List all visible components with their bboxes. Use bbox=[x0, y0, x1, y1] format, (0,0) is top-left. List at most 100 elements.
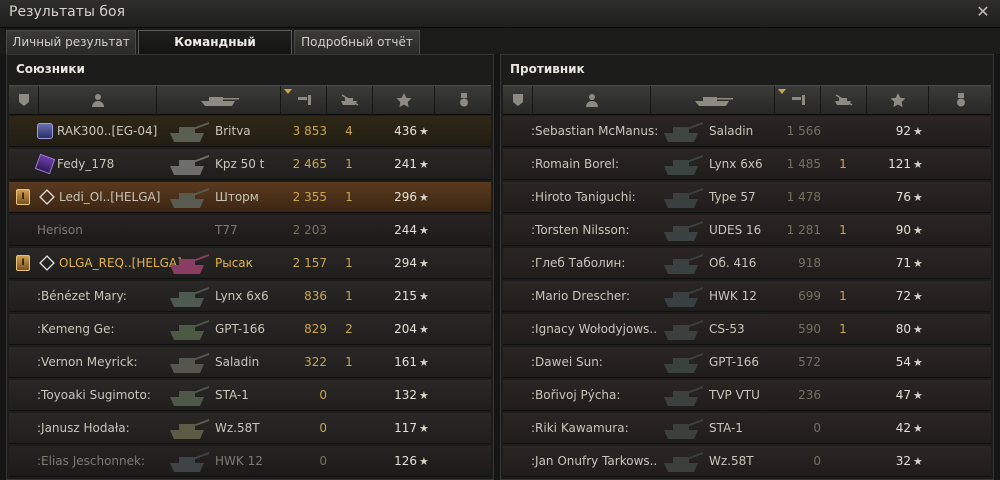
window-titlebar: Результаты боя ✕ bbox=[0, 0, 1000, 28]
player-row[interactable]: :Elias Jeschonnek: HWK 12 0 126 ★ bbox=[9, 446, 491, 477]
xp-icon bbox=[298, 95, 311, 105]
col-score[interactable] bbox=[867, 86, 929, 115]
tank-name: Рысак bbox=[215, 256, 253, 270]
player-row[interactable]: :Vernon Meyrick: Saladin 322 1 161 ★ bbox=[9, 347, 491, 378]
col-score[interactable] bbox=[373, 86, 435, 115]
tank-icon bbox=[664, 353, 703, 373]
col-kills[interactable] bbox=[327, 86, 373, 115]
platoon-icon: I bbox=[16, 189, 30, 205]
tank-icon bbox=[170, 122, 209, 142]
kills-value: 1 bbox=[839, 223, 847, 237]
score-value: 161 bbox=[394, 355, 417, 369]
allies-column-header bbox=[9, 85, 491, 115]
star-icon: ★ bbox=[913, 158, 923, 171]
star-icon: ★ bbox=[419, 389, 429, 402]
tank-name: GPT-166 bbox=[709, 355, 759, 369]
col-tank[interactable] bbox=[157, 86, 281, 115]
xp-value: 0 bbox=[319, 454, 327, 468]
col-player[interactable] bbox=[39, 86, 157, 115]
player-name: :Janusz Hodała: bbox=[37, 421, 130, 435]
player-row[interactable]: Herison T77 2 203 244 ★ bbox=[9, 215, 491, 246]
allies-panel: Союзники RAK300..[EG-04] Britva 3 853 4 436 ★… bbox=[6, 54, 494, 480]
player-row[interactable]: Fedy_178 Kpz 50 t 2 465 1 241 ★ bbox=[9, 149, 491, 180]
player-row[interactable]: :Mario Drescher: HWK 12 699 1 72 ★ bbox=[503, 281, 991, 312]
player-row[interactable]: :Janusz Hodała: Wz.58T 0 117 ★ bbox=[9, 413, 491, 444]
kills-value: 1 bbox=[345, 157, 353, 171]
tank-icon bbox=[170, 452, 209, 472]
kills-value: 1 bbox=[839, 322, 847, 336]
player-row[interactable]: :Kemeng Ge: GPT-166 829 2 204 ★ bbox=[9, 314, 491, 345]
tank-name: TVP VTU bbox=[709, 388, 760, 402]
player-name: :Elias Jeschonnek: bbox=[37, 454, 146, 468]
tank-icon bbox=[664, 320, 703, 340]
player-name: :Глеб Таболин: bbox=[531, 256, 626, 270]
score-value: 121 bbox=[888, 157, 911, 171]
tab-personal-result[interactable]: Личный результат bbox=[6, 30, 136, 54]
score-value: 244 bbox=[394, 223, 417, 237]
tank-icon bbox=[664, 254, 703, 274]
player-row[interactable]: :Bořivoj Pýcha: TVP VTU 236 47 ★ bbox=[503, 380, 991, 411]
player-row[interactable]: :Sebastian McManus: Saladin 1 566 92 ★ bbox=[503, 116, 991, 147]
player-row[interactable]: :Глеб Таболин: Об. 416 918 71 ★ bbox=[503, 248, 991, 279]
rank-icon bbox=[39, 255, 55, 271]
close-icon[interactable]: ✕ bbox=[973, 2, 993, 22]
allies-title: Союзники bbox=[16, 62, 85, 76]
xp-value: 0 bbox=[319, 388, 327, 402]
medal-icon bbox=[460, 93, 468, 107]
tab-team-result[interactable]: Командный результат bbox=[138, 30, 292, 71]
tank-icon bbox=[664, 386, 703, 406]
star-icon: ★ bbox=[419, 356, 429, 369]
col-medals[interactable] bbox=[929, 86, 993, 115]
player-row[interactable]: RAK300..[EG-04] Britva 3 853 4 436 ★ bbox=[9, 116, 491, 147]
col-xp[interactable] bbox=[775, 86, 821, 115]
col-player[interactable] bbox=[533, 86, 651, 115]
player-row[interactable]: :Romain Borel: Lynx 6x6 1 485 1 121 ★ bbox=[503, 149, 991, 180]
col-squad[interactable] bbox=[503, 86, 533, 115]
col-kills[interactable] bbox=[821, 86, 867, 115]
kills-icon bbox=[341, 94, 359, 106]
star-icon: ★ bbox=[913, 455, 923, 468]
star-icon: ★ bbox=[419, 224, 429, 237]
tank-name: HWK 12 bbox=[215, 454, 263, 468]
player-row[interactable]: :Dawei Sun: GPT-166 572 54 ★ bbox=[503, 347, 991, 378]
xp-value: 699 bbox=[798, 289, 821, 303]
player-row[interactable]: :Riki Kawamura: STA-1 0 42 ★ bbox=[503, 413, 991, 444]
star-icon: ★ bbox=[419, 290, 429, 303]
player-name: Fedy_178 bbox=[57, 157, 115, 171]
player-row[interactable]: :Jan Onufry Tarkows.. Wz.58T 0 32 ★ bbox=[503, 446, 991, 477]
col-tank[interactable] bbox=[651, 86, 775, 115]
player-icon bbox=[92, 94, 104, 107]
player-row[interactable]: I OLGA_REQ..[HELGA] Рысак 2 157 1 294 ★ bbox=[9, 248, 491, 279]
medal-icon bbox=[34, 153, 56, 175]
kills-value: 1 bbox=[839, 157, 847, 171]
player-name: :Sebastian McManus: bbox=[531, 124, 659, 138]
enemies-panel: Противник :Sebastian McManus: Saladin 1 56… bbox=[500, 54, 994, 480]
xp-value: 836 bbox=[304, 289, 327, 303]
tank-icon bbox=[664, 287, 703, 307]
player-row[interactable]: I Ledi_Ol..[HELGA] Шторм 2 355 1 296 ★ bbox=[9, 182, 491, 213]
player-name: Herison bbox=[37, 223, 83, 237]
tab-bar: Личный результат Командный результат Под… bbox=[0, 28, 1000, 71]
player-row[interactable]: :Toyoaki Sugimoto: STA-1 0 132 ★ bbox=[9, 380, 491, 411]
score-value: 80 bbox=[895, 322, 911, 336]
player-row[interactable]: :Hiroto Taniguchi: Type 57 1 478 76 ★ bbox=[503, 182, 991, 213]
player-row[interactable]: :Ignacy Wołodyjows.. CS-53 590 1 80 ★ bbox=[503, 314, 991, 345]
score-value: 117 bbox=[394, 421, 417, 435]
xp-value: 918 bbox=[798, 256, 821, 270]
col-medals[interactable] bbox=[435, 86, 493, 115]
tank-name: Saladin bbox=[709, 124, 754, 138]
rank-badge-icon bbox=[37, 123, 53, 139]
tab-detailed-report[interactable]: Подробный отчёт bbox=[294, 30, 420, 54]
player-name: RAK300..[EG-04] bbox=[57, 124, 158, 138]
tank-icon bbox=[664, 452, 703, 472]
xp-value: 2 157 bbox=[292, 256, 327, 270]
star-icon: ★ bbox=[419, 422, 429, 435]
player-row[interactable]: :Bénézet Mary: Lynx 6x6 836 1 215 ★ bbox=[9, 281, 491, 312]
tank-name: T77 bbox=[215, 223, 238, 237]
col-xp[interactable] bbox=[281, 86, 327, 115]
score-value: 204 bbox=[394, 322, 417, 336]
player-row[interactable]: :Torsten Nilsson: UDES 16 1 281 1 90 ★ bbox=[503, 215, 991, 246]
tank-name: Britva bbox=[215, 124, 251, 138]
col-squad[interactable] bbox=[9, 86, 39, 115]
xp-value: 236 bbox=[798, 388, 821, 402]
